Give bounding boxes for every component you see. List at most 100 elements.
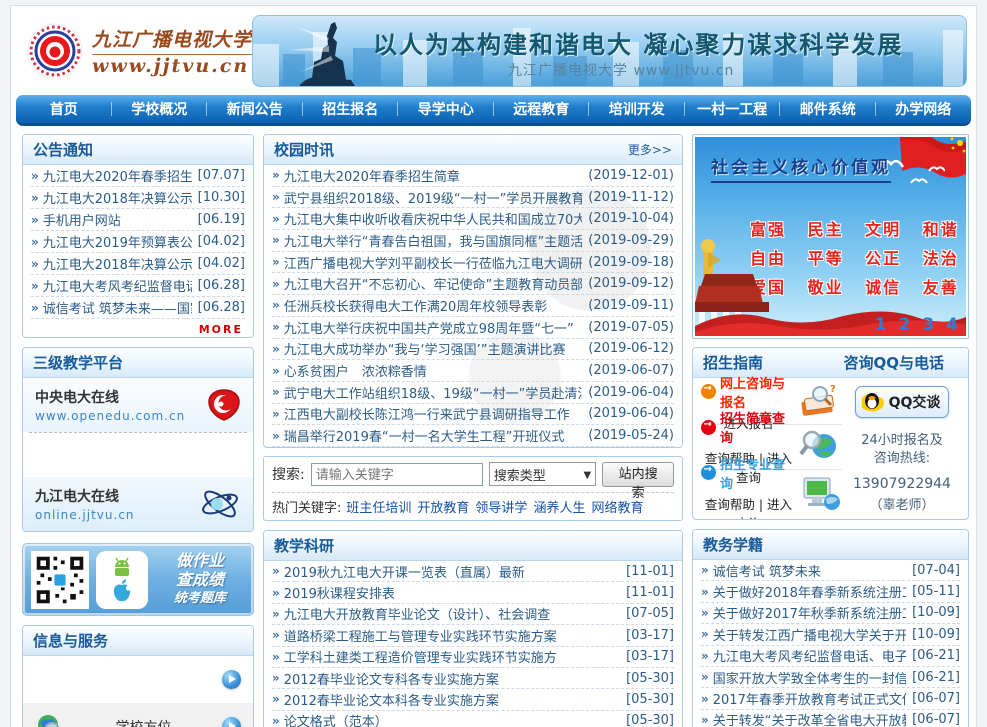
slider-page-number[interactable]: 3 [922,317,934,334]
red-shield-icon [207,388,241,422]
campus-news-list: 九江电大2020年春季招生简章 (2019-12-01) 武宁县组织2018级、… [264,165,682,447]
app-download-banner[interactable]: 做作业查成绩统考题库 [22,543,254,616]
news-item[interactable]: 关于做好2018年春季新系统注册工作的通知 [05-11] [701,581,960,602]
nav-item[interactable]: 首页 [16,95,112,123]
slider-page-number[interactable]: 2 [898,317,910,334]
search-panel: 搜索: 搜索类型 站内搜索 热门关键字: 班主任培训开放教育领导讲学涵养人生网络… [263,456,683,521]
service-item-location[interactable]: 学校方位 [23,703,253,727]
nav-item[interactable]: 邮件系统 [780,95,876,123]
announcement-item[interactable]: 九江电大考风考纪监督电话、 [06.28] [31,275,245,297]
search-type-select[interactable]: 搜索类型 [489,462,597,486]
main-nav: 首页 学校概况 新闻公告 招生报名 导学中心 远程教育 培训开发 一村一工程 邮… [16,95,971,126]
platforms-panel: 三级教学平台 中央电大在线 www.openedu.com.cn [22,347,254,532]
hotline-text: 24小时报名及 咨询热线: [861,432,943,468]
news-item[interactable]: 九江电大开放教育毕业论文（设计）、社会调查 [07-05] [272,604,674,625]
news-item[interactable]: 九江电大举行庆祝中国共产党成立98周年暨“七一” (2019-07-05) [272,317,674,339]
nav-item[interactable]: 培训开发 [589,95,685,123]
news-item[interactable]: 九江电大召开“不忘初心、牢记使命”主题教育动员部署 (2019-09-12) [272,273,674,295]
double-arrow-icon [272,190,280,204]
campus-news-more-link[interactable]: 更多>> [628,141,672,158]
news-item[interactable]: 道路桥梁工程施工与管理专业实践环节实施方案 [03-17] [272,625,674,646]
spacer [23,433,253,477]
news-item[interactable]: 关于转发“关于改革全省电大开放教育文字教材 [06-07] [701,710,960,727]
news-item[interactable]: 关于转发江西广播电视大学关于开展2017年秋季 [10-09] [701,624,960,645]
slide-core-values[interactable]: 社会主义核心价值观 富强 民主 文明 和谐自由 平等 公正 法治爱国 敬业 诚信… [695,137,966,336]
site-search-button[interactable]: 站内搜索 [602,462,674,487]
site-logo[interactable]: 九江广播电视大学 www.jjtvu.cn [14,22,252,80]
double-arrow-icon [701,627,709,641]
announcement-item[interactable]: 手机用户网站 [06.19] [31,209,245,231]
major-query-help-link[interactable]: 查询帮助 | 进入查询 [701,494,796,521]
service-item[interactable] [23,656,253,703]
nav-item[interactable]: 招生报名 [303,95,399,123]
news-item[interactable]: 江西电大副校长陈江鸿一行来武宁县调研指导工作 (2019-06-04) [272,404,674,426]
search-input[interactable] [311,463,483,486]
hot-keyword-link[interactable]: 涵养人生 [533,497,585,516]
news-item[interactable]: 诚信考试 筑梦未来 [07-04] [701,560,960,581]
double-arrow-icon [31,213,39,227]
brochure-query-link[interactable]: 招生简章查询 [720,408,796,446]
news-item[interactable]: 江西广播电视大学刘平副校长一行莅临九江电大调研指导 (2019-09-18) [272,252,674,274]
news-item[interactable]: 2012春毕业论文本科各专业实施方案 [05-30] [272,689,674,710]
slider-page-number[interactable]: 1 [875,317,887,334]
nav-item[interactable]: 办学网络 [876,95,972,123]
nav-item[interactable]: 学校概况 [112,95,208,123]
site-url: www.jjtvu.cn [92,55,252,77]
hot-keyword-link[interactable]: 开放教育 [417,497,469,516]
news-item[interactable]: 2019秋九江电大开课一览表（直属）最新 [11-01] [272,561,674,582]
news-item[interactable]: 瑞昌举行2019春“一村一名大学生工程”开班仪式 (2019-05-24) [272,425,674,447]
announcement-item[interactable]: 九江电大2020年春季招生简章 [07.07] [31,165,245,187]
news-item[interactable]: 九江电大2020年春季招生简章 (2019-12-01) [272,165,674,187]
hot-keyword-link[interactable]: 网络教育 [591,497,643,516]
news-item[interactable]: 九江电大集中收听收看庆祝中华人民共和国成立70大会 (2019-10-04) [272,208,674,230]
news-item[interactable]: 心系贫困户 浓浓粽香情 (2019-06-07) [272,360,674,382]
statue-silhouette-icon [281,16,361,86]
nav-item[interactable]: 新闻公告 [207,95,303,123]
news-item[interactable]: 2012春毕业论文专科各专业实施方案 [05-30] [272,668,674,689]
hot-keywords: 班主任培训开放教育领导讲学涵养人生网络教育 [346,497,643,516]
banner-slider: 社会主义核心价值观 富强 民主 文明 和谐自由 平等 公正 法治爱国 敬业 诚信… [692,134,969,339]
announcement-item[interactable]: 九江电大2018年决算公示 [04.02] [31,253,245,275]
platform-item-jjtvu-online[interactable]: 九江电大在线 online.jjtvu.cn [23,477,253,531]
header-banner: 以人为本构建和谐电大 凝心聚力谋求科学发展 九江广播电视大学 www.jjtvu… [252,15,967,87]
main-content: 公告通知 九江电大2020年春季招生简章 [07.07] 九江电大2018年决算 [14,126,973,727]
academic-title: 教务学籍 [703,534,763,555]
play-button-icon[interactable] [222,670,241,689]
major-query-link[interactable]: 招生专业查询 [720,454,796,492]
atom-icon [199,486,241,522]
news-item[interactable]: 九江电大考风考纪监督电话、电子邮箱 [06-21] [701,646,960,667]
announcements-more-link[interactable]: MORE [199,323,243,336]
slider-page-number[interactable]: 4 [946,317,958,334]
double-arrow-icon [272,650,280,664]
double-arrow-icon [272,255,280,269]
news-item[interactable]: 2017年春季开放教育考试正式文件 [06-07] [701,688,960,709]
news-item[interactable]: 任洲兵校长获得电大工作满20周年校领导表彰 (2019-09-11) [272,295,674,317]
news-item[interactable]: 国家开放大学致全体考生的一封信 [06-21] [701,667,960,688]
site-title: 九江广播电视大学 [92,25,252,55]
hot-keywords-label: 热门关键字: [272,497,341,516]
announcement-item[interactable]: 九江电大2019年预算表公示 [04.02] [31,231,245,253]
announcement-item[interactable]: 诚信考试 筑梦未来——国家开 [06.28] [31,297,245,319]
platform-item-openedu[interactable]: 中央电大在线 www.openedu.com.cn [23,378,253,432]
platform-url: www.openedu.com.cn [35,409,185,423]
news-item[interactable]: 武宁电大工作站组织18级、19级“一村一”学员赴清江乡 (2019-06-04) [272,382,674,404]
hot-keyword-link[interactable]: 领导讲学 [475,497,527,516]
play-button-icon[interactable] [222,717,241,727]
qq-penguin-icon [860,390,886,414]
online-consult-link[interactable]: 网上咨询与报名 [720,373,796,411]
double-arrow-icon [272,564,280,578]
nav-item[interactable]: 远程教育 [494,95,590,123]
news-item[interactable]: 九江电大成功举办“我与‘学习强国’”主题演讲比赛 (2019-06-12) [272,339,674,361]
announcement-item[interactable]: 九江电大2018年决算公示 [10.30] [31,187,245,209]
nav-item[interactable]: 导学中心 [398,95,494,123]
news-item[interactable]: 关于做好2017年秋季新系统注册工作的通知 [10-09] [701,603,960,624]
qq-chat-button[interactable]: QQ交谈 [855,386,950,418]
news-item[interactable]: 武宁县组织2018级、2019级“一村一”学员开展教育教学 (2019-11-1… [272,187,674,209]
nav-item[interactable]: 一村一工程 [685,95,781,123]
news-item[interactable]: 九江电大举行“青春告白祖国，我与国旗同框”主题活动 (2019-09-29) [272,230,674,252]
hot-keyword-link[interactable]: 班主任培训 [346,497,411,516]
teaching-panel: 教学科研 2019秋九江电大开课一览表（直属）最新 [11-01] 2019秋课 [263,530,683,727]
news-item[interactable]: 论文格式（范本） [05-30] [272,711,674,727]
news-item[interactable]: 2019秋课程安排表 [11-01] [272,582,674,603]
news-item[interactable]: 工学科土建类工程造价管理专业实践环节实施方 [03-17] [272,647,674,668]
